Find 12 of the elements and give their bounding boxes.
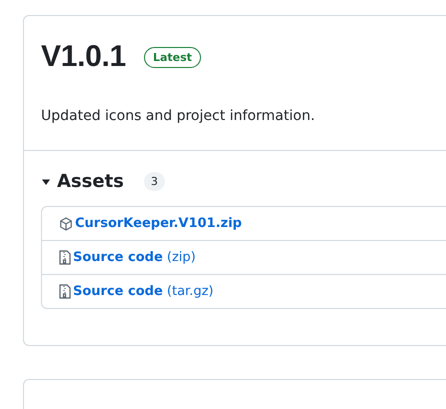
asset-count: 3 [144,172,165,191]
asset-link[interactable]: Source code (tar.gz) [73,284,214,299]
package-icon [59,216,73,230]
release-title: V1.0.1 [41,40,126,74]
asset-link[interactable]: Source code (zip) [73,250,196,265]
zip-file-icon [59,250,71,265]
release-description: Updated icons and project information. [41,108,316,124]
asset-link[interactable]: CursorKeeper.V101.zip [75,216,242,231]
latest-badge: Latest [144,46,201,68]
zip-file-icon [59,284,71,299]
caret-icon[interactable] [41,176,51,186]
assets-heading[interactable]: Assets [57,171,124,192]
